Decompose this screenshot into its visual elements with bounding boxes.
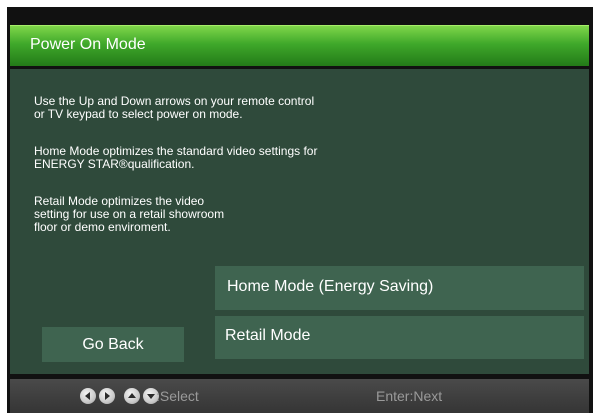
home-mode-option[interactable]: Home Mode (Energy Saving) <box>215 266 584 310</box>
home-mode-description-line: ENERGY STAR®qualification. <box>34 157 195 171</box>
go-back-button[interactable]: Go Back <box>42 327 184 362</box>
up-arrow-icon <box>124 388 140 404</box>
page-title: Power On Mode <box>30 36 146 53</box>
right-arrow-icon <box>99 388 115 404</box>
content-panel: Use the Up and Down arrows on your remot… <box>10 69 589 374</box>
instructions-line: or TV keypad to select power on mode. <box>34 107 243 121</box>
power-on-mode-screen: Power On Mode Use the Up and Down arrows… <box>7 7 593 413</box>
home-mode-description: Home Mode optimizes the standard video s… <box>34 145 317 171</box>
footer-bar: :Select Enter:Next <box>10 379 589 413</box>
left-arrow-icon <box>80 388 96 404</box>
retail-mode-option[interactable]: Retail Mode <box>215 316 584 359</box>
enter-next-hint: Enter:Next <box>376 388 443 404</box>
instructions-text: Use the Up and Down arrows on your remot… <box>34 95 314 121</box>
retail-mode-description: Retail Mode optimizes the video setting … <box>34 195 224 234</box>
nav-icons <box>80 388 159 404</box>
select-hint: :Select <box>156 388 199 404</box>
title-bar: Power On Mode <box>10 25 589 66</box>
retail-mode-description-line: floor or demo enviroment. <box>34 220 171 234</box>
